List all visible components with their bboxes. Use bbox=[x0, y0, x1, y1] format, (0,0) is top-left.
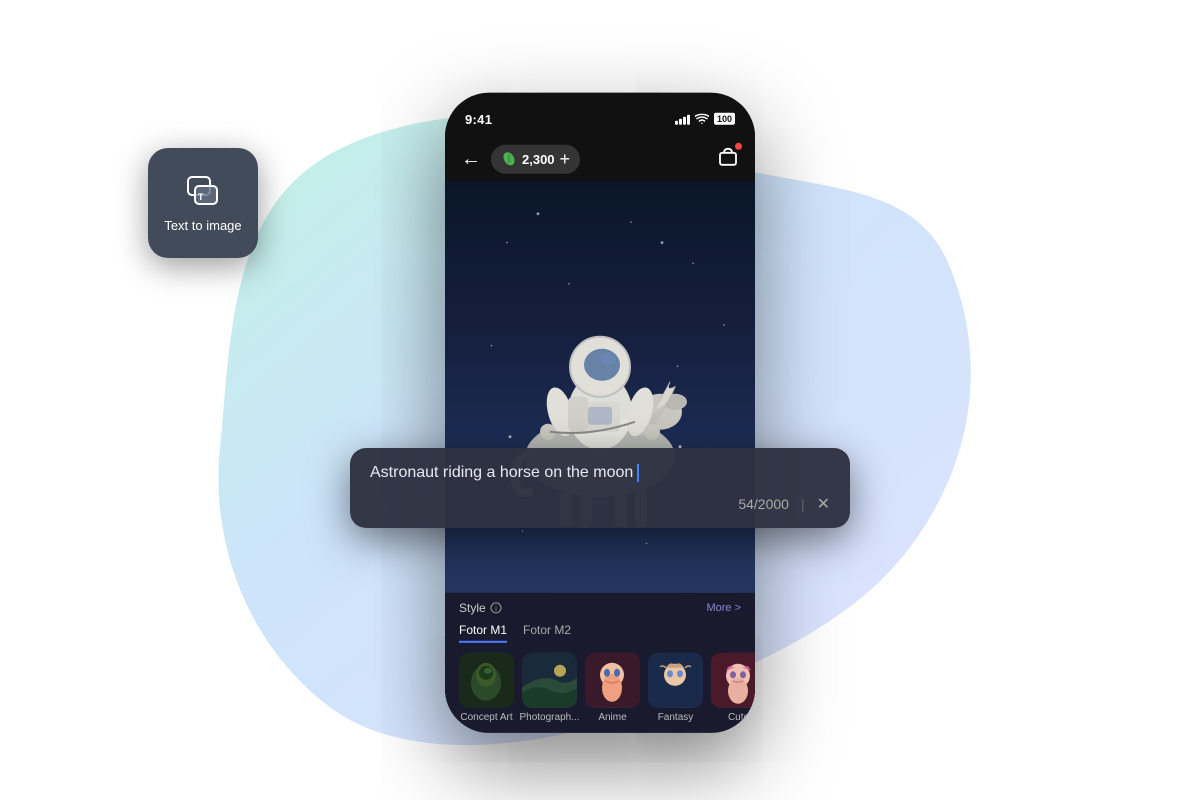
style-header: Style i More > bbox=[459, 601, 741, 615]
hero-art bbox=[445, 181, 755, 593]
divider: | bbox=[801, 496, 805, 512]
wifi-icon bbox=[695, 113, 709, 124]
style-name-concept-art: Concept Art bbox=[460, 712, 512, 723]
battery-icon: 100 bbox=[714, 113, 735, 125]
back-button[interactable]: ← bbox=[461, 147, 481, 170]
coin-badge[interactable]: 2,300 + bbox=[491, 144, 580, 173]
style-item-fantasy[interactable]: Fantasy bbox=[648, 653, 703, 723]
style-panel: Style i More > Fotor M1 Fotor M2 bbox=[445, 593, 755, 733]
app-header: ← 2,300 + bbox=[445, 137, 755, 181]
clear-prompt-button[interactable]: ✕ bbox=[817, 494, 830, 514]
style-tabs: Fotor M1 Fotor M2 bbox=[459, 623, 741, 643]
more-styles-button[interactable]: More > bbox=[706, 602, 741, 614]
svg-text:i: i bbox=[495, 604, 497, 613]
phone-frame: 9:41 100 ← bbox=[445, 93, 755, 733]
prompt-tooltip: Astronaut riding a horse on the moon 54/… bbox=[350, 448, 850, 528]
style-item-concept-art[interactable]: Concept Art bbox=[459, 653, 514, 723]
header-right bbox=[717, 145, 739, 172]
text-to-image-label: Text to image bbox=[164, 218, 241, 233]
phone-notch bbox=[540, 93, 660, 123]
svg-text:T: T bbox=[198, 192, 204, 202]
style-thumb-concept-art bbox=[459, 653, 514, 708]
cart-button[interactable] bbox=[717, 145, 739, 172]
signal-icon bbox=[675, 113, 690, 125]
style-item-anime[interactable]: Anime bbox=[585, 653, 640, 723]
style-name-photograph: Photograph... bbox=[519, 712, 579, 723]
leaf-icon bbox=[501, 151, 517, 167]
cart-notification-dot bbox=[735, 142, 742, 149]
coin-count: 2,300 bbox=[522, 151, 555, 166]
text-cursor bbox=[637, 464, 639, 482]
add-coins-button[interactable]: + bbox=[560, 148, 571, 169]
style-thumb-anime bbox=[585, 653, 640, 708]
style-thumb-photograph bbox=[522, 653, 577, 708]
status-time: 9:41 bbox=[465, 111, 492, 126]
style-label: Style i bbox=[459, 601, 502, 615]
scene: 9:41 100 ← bbox=[0, 0, 1200, 800]
info-icon: i bbox=[490, 602, 502, 614]
tab-fotor-m1[interactable]: Fotor M1 bbox=[459, 623, 507, 643]
text-to-image-card[interactable]: T Text to image bbox=[148, 148, 258, 258]
prompt-text: Astronaut riding a horse on the moon bbox=[370, 464, 830, 482]
prompt-footer: 54/2000 | ✕ bbox=[370, 494, 830, 514]
style-item-photograph[interactable]: Photograph... bbox=[522, 653, 577, 723]
style-thumb-cute bbox=[711, 653, 755, 708]
char-count: 54/2000 bbox=[738, 496, 789, 512]
style-thumb-fantasy bbox=[648, 653, 703, 708]
hero-image bbox=[445, 181, 755, 593]
style-name-anime: Anime bbox=[598, 712, 626, 723]
text-to-image-icon: T bbox=[185, 174, 221, 210]
tab-fotor-m2[interactable]: Fotor M2 bbox=[523, 623, 571, 643]
status-icons: 100 bbox=[675, 113, 735, 125]
style-grid: Concept Art Photograph... bbox=[459, 653, 741, 729]
style-name-fantasy: Fantasy bbox=[658, 712, 694, 723]
battery-label: 100 bbox=[717, 114, 732, 124]
header-left: ← 2,300 + bbox=[461, 144, 580, 173]
